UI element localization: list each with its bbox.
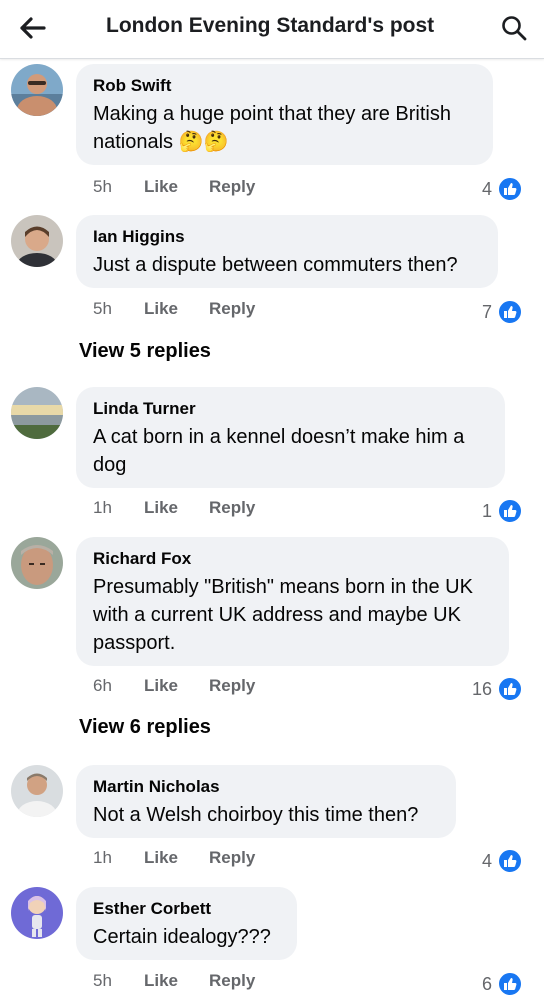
reply-button[interactable]: Reply — [209, 971, 255, 991]
like-button[interactable]: Like — [144, 177, 178, 197]
reaction-count: 6 — [481, 973, 492, 994]
comment-time[interactable]: 1h — [93, 498, 112, 518]
arrow-left-icon — [20, 17, 46, 39]
reaction-count: 4 — [481, 178, 492, 199]
comment-author[interactable]: Esther Corbett — [93, 899, 281, 919]
comment-time[interactable]: 6h — [93, 676, 112, 696]
reply-button[interactable]: Reply — [209, 177, 255, 197]
search-icon — [502, 16, 527, 41]
comment-bubble: Esther Corbett Certain idealogy??? — [76, 887, 297, 960]
avatar[interactable] — [11, 387, 63, 439]
comment-bubble: Linda Turner A cat born in a kennel does… — [76, 387, 505, 488]
thumbs-up-icon — [498, 300, 522, 324]
like-button[interactable]: Like — [144, 971, 178, 991]
top-bar: London Evening Standard's post — [0, 0, 544, 59]
like-button[interactable]: Like — [144, 299, 178, 319]
comment-text: Not a Welsh choirboy this time then? — [93, 804, 419, 826]
page-title: London Evening Standard's post — [106, 14, 435, 37]
reaction-count: 4 — [481, 850, 492, 871]
like-button[interactable]: Like — [144, 848, 178, 868]
comment-author[interactable]: Rob Swift — [93, 76, 477, 96]
comment-text: Certain idealogy??? — [93, 926, 271, 948]
reaction-count: 1 — [481, 500, 492, 521]
back-button[interactable] — [14, 10, 52, 46]
avatar[interactable] — [11, 215, 63, 267]
comment-bubble: Ian Higgins Just a dispute between commu… — [76, 215, 498, 288]
like-button[interactable]: Like — [144, 498, 178, 518]
comment-author[interactable]: Ian Higgins — [93, 227, 482, 247]
avatar[interactable] — [11, 537, 63, 589]
reaction-count: 16 — [471, 678, 492, 699]
avatar[interactable] — [11, 887, 63, 939]
comment-author[interactable]: Linda Turner — [93, 399, 489, 419]
avatar[interactable] — [11, 765, 63, 817]
comment-text: Presumably "British" means born in the U… — [93, 576, 473, 654]
comment-author[interactable]: Richard Fox — [93, 549, 493, 569]
comment-time[interactable]: 1h — [93, 848, 112, 868]
reaction-summary[interactable]: 6 — [482, 972, 522, 996]
view-replies-link[interactable]: View 6 replies — [79, 716, 211, 739]
view-replies-link[interactable]: View 5 replies — [79, 340, 211, 363]
thumbs-up-icon — [498, 677, 522, 701]
reaction-summary[interactable]: 4 — [482, 177, 522, 201]
reply-button[interactable]: Reply — [209, 676, 255, 696]
reply-button[interactable]: Reply — [209, 299, 255, 319]
comment-bubble: Rob Swift Making a huge point that they … — [76, 64, 493, 165]
thumbs-up-icon — [498, 177, 522, 201]
search-button[interactable] — [494, 8, 534, 48]
reaction-summary[interactable]: 16 — [472, 677, 522, 701]
comment-bubble: Richard Fox Presumably "British" means b… — [76, 537, 509, 666]
comment-time[interactable]: 5h — [93, 971, 112, 991]
comment-time[interactable]: 5h — [93, 177, 112, 197]
reaction-summary[interactable]: 4 — [482, 849, 522, 873]
comment-text: Just a dispute between commuters then? — [93, 254, 458, 276]
comment-text: Making a huge point that they are Britis… — [93, 103, 451, 153]
reaction-summary[interactable]: 7 — [482, 300, 522, 324]
reply-button[interactable]: Reply — [209, 498, 255, 518]
reaction-count: 7 — [481, 301, 492, 322]
thumbs-up-icon — [498, 972, 522, 996]
comment-text: A cat born in a kennel doesn’t make him … — [93, 426, 465, 476]
reply-button[interactable]: Reply — [209, 848, 255, 868]
reaction-summary[interactable]: 1 — [482, 499, 522, 523]
comment-author[interactable]: Martin Nicholas — [93, 777, 440, 797]
comment-time[interactable]: 5h — [93, 299, 112, 319]
avatar[interactable] — [11, 64, 63, 116]
thumbs-up-icon — [498, 499, 522, 523]
comment-bubble: Martin Nicholas Not a Welsh choirboy thi… — [76, 765, 456, 838]
thumbs-up-icon — [498, 849, 522, 873]
like-button[interactable]: Like — [144, 676, 178, 696]
